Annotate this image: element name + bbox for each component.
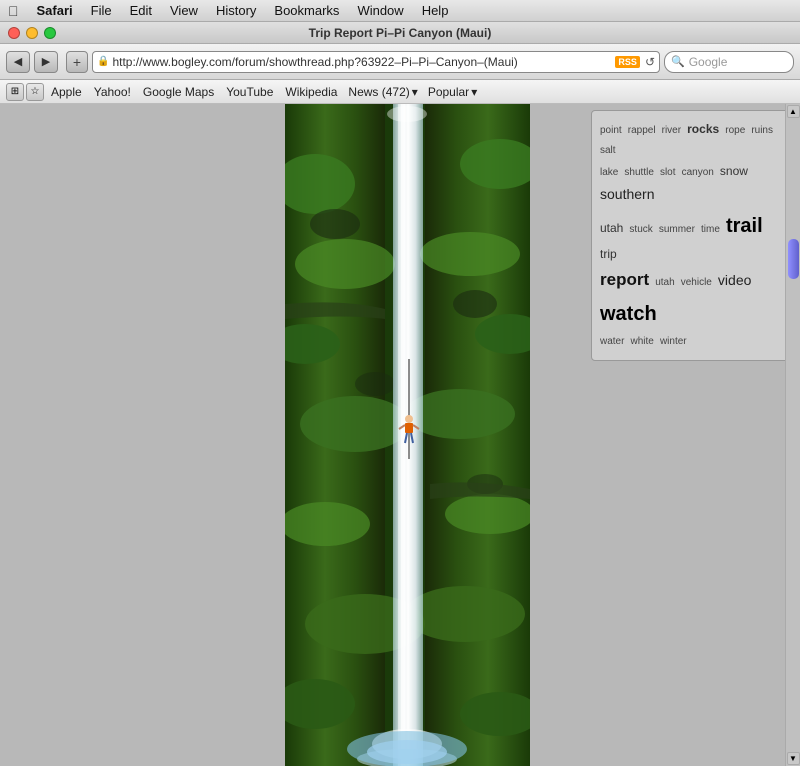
menu-safari[interactable]: Safari [29,1,81,20]
tag-slot[interactable]: slot [660,167,676,178]
bookmark-yahoo[interactable]: Yahoo! [89,83,136,101]
tag-white[interactable]: white [631,336,654,347]
tag-canyon[interactable]: canyon [682,167,714,178]
popular-arrow: ▾ [471,85,477,99]
tag-time[interactable]: time [701,224,720,235]
tag-report[interactable]: report [600,270,649,289]
tag-trip[interactable]: trip [600,247,617,261]
tag-snow[interactable]: snow [720,164,748,178]
tag-lake[interactable]: lake [600,167,618,178]
minimize-button[interactable] [26,27,38,39]
main-content: point rappel river rocks rope ruins salt… [0,104,800,766]
close-button[interactable] [8,27,20,39]
tag-summer[interactable]: summer [659,224,695,235]
back-button[interactable]: ◀ [6,51,30,73]
bookmark-google-maps[interactable]: Google Maps [138,83,219,101]
bookmark-wikipedia[interactable]: Wikipedia [280,83,342,101]
refresh-button[interactable]: ↺ [645,55,655,69]
news-arrow: ▾ [412,85,418,99]
window-controls [8,27,56,39]
tag-watch[interactable]: watch [600,303,657,325]
forward-button[interactable]: ▶ [34,51,58,73]
menu-view[interactable]: View [162,1,206,20]
lock-icon: 🔒 [97,56,109,67]
title-bar: Trip Report Pi–Pi Canyon (Maui) [0,22,800,44]
waterfall-image [285,104,530,766]
tag-ruins[interactable]: ruins [751,125,773,136]
waterfall-svg [285,104,530,766]
center-content [230,104,585,766]
left-sidebar [0,104,230,766]
menu-bar:  Safari File Edit View History Bookmark… [0,0,800,22]
search-placeholder: Google [689,55,728,69]
tag-trail[interactable]: trail [726,215,763,237]
bookmark-youtube[interactable]: YouTube [221,83,278,101]
search-bar[interactable]: 🔍 Google [664,51,794,73]
sidebar-toggle-icon[interactable]: ⊞ [6,83,24,101]
tag-point[interactable]: point [600,125,622,136]
scroll-down-button[interactable]: ▼ [787,752,800,765]
bookmarks-icon[interactable]: ☆ [26,83,44,101]
tag-water[interactable]: water [600,336,624,347]
tag-rocks[interactable]: rocks [687,122,719,136]
menu-file[interactable]: File [83,1,120,20]
popular-label: Popular [428,85,469,99]
bookmarks-bar: ⊞ ☆ Apple Yahoo! Google Maps YouTube Wik… [0,80,800,104]
maximize-button[interactable] [44,27,56,39]
tag-utah1[interactable]: utah [600,221,623,235]
news-label: News (472) [348,85,409,99]
add-tab-button[interactable]: + [66,51,88,73]
right-panel: point rappel river rocks rope ruins salt… [585,104,800,766]
tag-shuttle[interactable]: shuttle [624,167,653,178]
tag-vehicle[interactable]: vehicle [681,277,712,288]
tag-winter[interactable]: winter [660,336,687,347]
menu-history[interactable]: History [208,1,264,20]
menu-edit[interactable]: Edit [122,1,160,20]
tag-utah2[interactable]: utah [655,277,674,288]
search-icon: 🔍 [671,55,685,68]
page-title: Trip Report Pi–Pi Canyon (Maui) [309,26,492,40]
bookmark-popular[interactable]: Popular ▾ [424,83,481,101]
tag-video[interactable]: video [718,272,751,288]
tag-stuck[interactable]: stuck [629,224,652,235]
tag-river[interactable]: river [662,125,681,136]
url-text: http://www.bogley.com/forum/showthread.p… [112,55,615,69]
bookmark-news[interactable]: News (472) ▾ [344,83,421,101]
toolbar: ◀ ▶ + 🔒 http://www.bogley.com/forum/show… [0,44,800,80]
scrollbar-track: ▲ ▼ [785,104,800,766]
rss-badge[interactable]: RSS [615,56,640,68]
tag-cloud-box: point rappel river rocks rope ruins salt… [591,110,794,361]
scroll-up-button[interactable]: ▲ [787,105,800,118]
tag-southern[interactable]: southern [600,186,654,202]
menu-window[interactable]: Window [349,1,411,20]
apple-logo[interactable]:  [8,3,19,19]
tag-salt[interactable]: salt [600,145,616,156]
bookmark-apple[interactable]: Apple [46,83,87,101]
tag-rope[interactable]: rope [725,125,745,136]
address-bar[interactable]: 🔒 http://www.bogley.com/forum/showthread… [92,51,660,73]
menu-bookmarks[interactable]: Bookmarks [266,1,347,20]
tag-rappel[interactable]: rappel [628,125,656,136]
scrollbar-thumb[interactable] [788,239,799,279]
menu-help[interactable]: Help [414,1,457,20]
